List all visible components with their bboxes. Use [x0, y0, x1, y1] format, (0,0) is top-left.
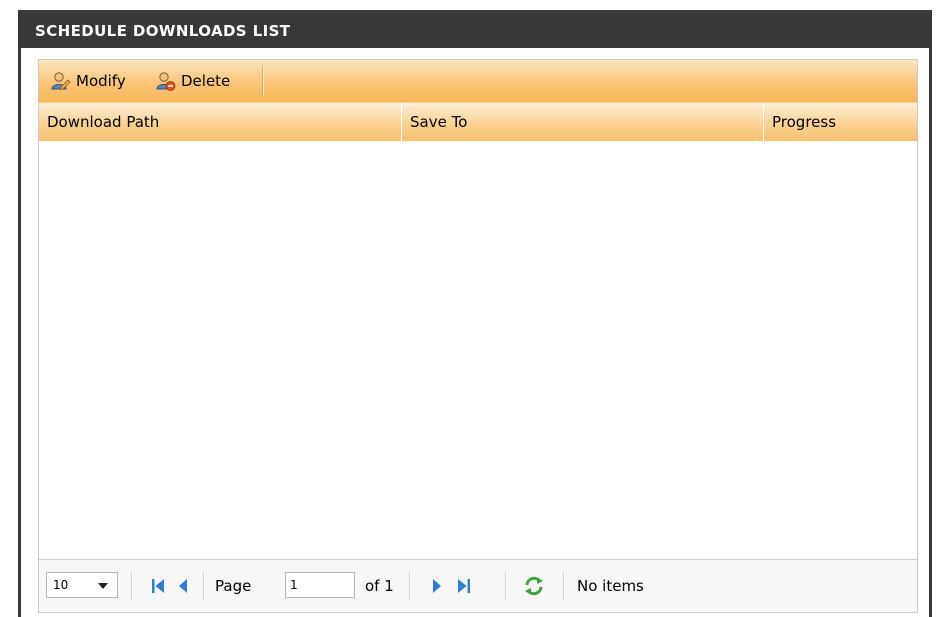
modify-label: Modify: [76, 72, 126, 90]
page-total: of 1: [365, 577, 394, 595]
pager-separator: [131, 572, 132, 600]
user-edit-icon: [51, 72, 71, 91]
delete-button[interactable]: Delete: [154, 68, 230, 94]
column-header-save-to[interactable]: Save To: [401, 103, 763, 141]
refresh-icon[interactable]: [523, 575, 545, 597]
pager-separator: [505, 572, 506, 600]
downloads-grid: Modify Delete Download Path Save To Prog…: [38, 59, 918, 613]
delete-label: Delete: [181, 72, 231, 90]
pager-separator: [563, 572, 564, 600]
column-header-download-path[interactable]: Download Path: [39, 103, 401, 141]
page-size-value: 10: [53, 578, 69, 592]
schedule-downloads-panel: SCHEDULE DOWNLOADS LIST Modify Delete Do…: [18, 10, 932, 617]
user-delete-icon: [156, 72, 176, 91]
last-page-icon[interactable]: [455, 577, 471, 595]
page-number-input[interactable]: [285, 572, 355, 598]
pagination-bar: 10 Page of 1: [39, 559, 917, 612]
modify-button[interactable]: Modify: [49, 68, 126, 94]
column-header-progress[interactable]: Progress: [763, 103, 917, 141]
next-page-icon[interactable]: [431, 577, 443, 595]
pager-separator: [409, 572, 410, 600]
page-label: Page: [215, 577, 252, 595]
pager-separator: [203, 572, 204, 600]
page-size-select[interactable]: 10: [46, 572, 118, 598]
grid-toolbar: Modify Delete: [39, 60, 917, 103]
first-page-icon[interactable]: [151, 577, 167, 595]
grid-body: [39, 141, 917, 562]
pager-status: No items: [577, 577, 644, 595]
grid-header: Download Path Save To Progress: [39, 103, 917, 141]
panel-title: SCHEDULE DOWNLOADS LIST: [21, 10, 929, 48]
chevron-down-icon: [98, 583, 108, 589]
toolbar-separator: [262, 66, 263, 96]
prev-page-icon[interactable]: [177, 577, 189, 595]
